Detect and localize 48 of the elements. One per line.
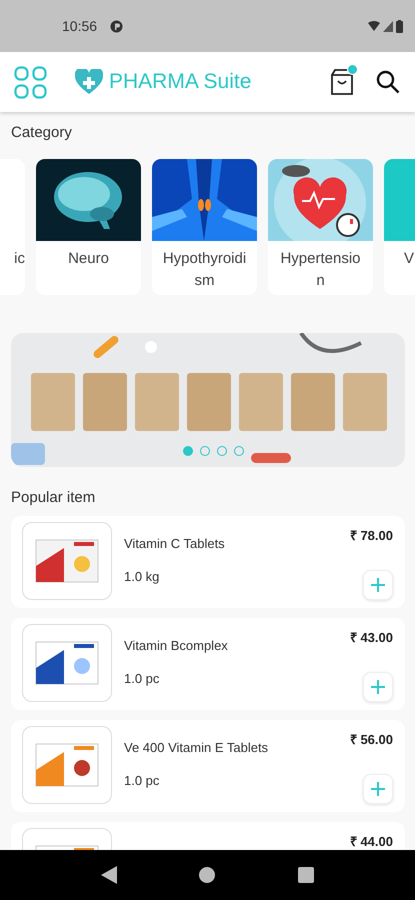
category-label: Hypertension (279, 249, 362, 291)
product-card[interactable]: Vitamin Bcomplex 1.0 pc ₹ 43.00 (11, 618, 405, 710)
battery-icon (396, 20, 403, 32)
category-label: Hypothyroidism (162, 249, 248, 291)
carousel-dot[interactable] (200, 446, 210, 456)
plus-icon (370, 781, 386, 797)
product-card[interactable]: Ve 400 Vitamin E Tablets 1.0 pc ₹ 56.00 (11, 720, 405, 812)
category-label: ic (13, 249, 25, 269)
recents-icon[interactable] (298, 867, 314, 883)
carousel-dot[interactable] (217, 446, 227, 456)
search-icon[interactable] (376, 70, 400, 94)
product-price: ₹ 43.00 (350, 629, 393, 646)
category-card[interactable]: Hypertension (268, 159, 373, 295)
plus-icon (370, 577, 386, 593)
wifi-icon (368, 20, 380, 32)
category-card[interactable]: Hypothyroidism (152, 159, 257, 295)
app-notification-icon (110, 20, 124, 32)
category-label: V (403, 249, 415, 269)
add-button[interactable] (363, 672, 393, 702)
product-price: ₹ 78.00 (350, 527, 393, 544)
carousel-dot[interactable] (234, 446, 244, 456)
home-icon[interactable] (199, 867, 216, 883)
heart-cross-logo-icon (75, 69, 103, 95)
plus-icon (370, 679, 386, 695)
section-heading: Category (11, 124, 73, 141)
back-icon[interactable] (101, 866, 118, 884)
product-price: ₹ 44.00 (350, 833, 393, 850)
menu-icon[interactable] (14, 66, 47, 98)
signal-icon (383, 20, 393, 32)
product-quantity: 1.0 kg (124, 569, 160, 584)
section-heading: Popular item (11, 489, 96, 506)
product-name: Ve 400 Vitamin E Tablets (124, 740, 270, 755)
category-card[interactable]: Neuro (36, 159, 141, 295)
category-card[interactable]: V (384, 159, 415, 295)
app-title: PHARMA Suite (109, 70, 252, 94)
add-button[interactable] (363, 774, 393, 804)
shopping-bag-icon[interactable] (330, 68, 354, 96)
product-card[interactable]: ₹ 44.00 (11, 822, 405, 850)
product-card[interactable]: Vitamin C Tablets 1.0 kg ₹ 78.00 (11, 516, 405, 608)
status-time: 10:56 (62, 18, 98, 34)
product-name: Vitamin Bcomplex (124, 638, 229, 653)
category-card[interactable]: ic (0, 159, 25, 295)
product-quantity: 1.0 pc (124, 671, 160, 686)
category-label: Neuro (67, 249, 110, 269)
product-quantity: 1.0 pc (124, 773, 160, 788)
add-button[interactable] (363, 570, 393, 600)
product-price: ₹ 56.00 (350, 731, 393, 748)
product-name: Vitamin C Tablets (124, 536, 226, 551)
